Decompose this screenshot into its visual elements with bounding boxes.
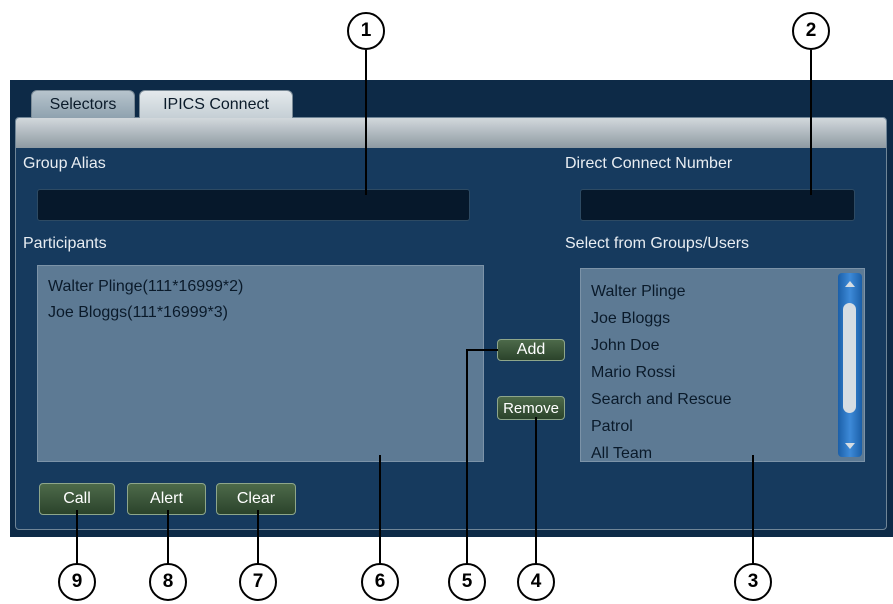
remove-button[interactable]: Remove — [497, 396, 565, 420]
callout-4: 4 — [517, 563, 555, 601]
callout-7: 7 — [239, 563, 277, 601]
scroll-down-arrow-icon[interactable] — [845, 443, 855, 449]
scroll-thumb[interactable] — [843, 303, 856, 413]
list-item[interactable]: John Doe — [591, 337, 660, 355]
clear-button[interactable]: Clear — [216, 483, 296, 515]
select-from-groups-users-label: Select from Groups/Users — [565, 235, 750, 252]
list-item[interactable]: Joe Bloggs — [591, 310, 670, 328]
callout-5: 5 — [448, 563, 486, 601]
list-item[interactable]: Search and Rescue — [591, 391, 732, 409]
group-alias-label: Group Alias — [23, 155, 106, 172]
list-item[interactable]: Joe Bloggs(111*16999*3) — [48, 304, 228, 322]
tab-ipics-connect[interactable]: IPICS Connect — [139, 90, 293, 118]
list-item[interactable]: Patrol — [591, 418, 633, 436]
callout-6-leader — [379, 455, 381, 565]
list-item[interactable]: Mario Rossi — [591, 364, 675, 382]
callout-5-leader-v — [466, 349, 468, 565]
participants-label: Participants — [23, 235, 107, 252]
callout-6: 6 — [361, 563, 399, 601]
list-item[interactable]: Walter Plinge(111*16999*2) — [48, 278, 243, 296]
scroll-up-arrow-icon[interactable] — [845, 281, 855, 287]
participants-list[interactable]: Walter Plinge(111*16999*2) Joe Bloggs(11… — [37, 265, 484, 462]
callout-2-leader — [810, 50, 812, 195]
groups-users-scrollbar[interactable] — [838, 273, 862, 457]
callout-2: 2 — [792, 12, 830, 50]
tab-selectors[interactable]: Selectors — [31, 90, 135, 118]
list-item[interactable]: Walter Plinge — [591, 283, 686, 301]
callout-1: 1 — [347, 12, 385, 50]
list-item[interactable]: All Team — [591, 445, 652, 461]
callout-9-leader — [76, 510, 78, 565]
callout-9: 9 — [58, 563, 96, 601]
panel-header-bar — [16, 118, 886, 148]
add-button[interactable]: Add — [497, 339, 565, 361]
callout-1-leader — [365, 50, 367, 195]
groups-users-list[interactable]: Walter Plinge Joe Bloggs John Doe Mario … — [580, 268, 865, 462]
callout-3-leader — [752, 455, 754, 565]
direct-connect-number-field[interactable] — [580, 189, 855, 221]
group-alias-field[interactable] — [37, 189, 470, 221]
callout-4-leader — [535, 417, 537, 565]
callout-3: 3 — [734, 563, 772, 601]
callout-5-leader-h — [466, 349, 498, 351]
direct-connect-number-label: Direct Connect Number — [565, 155, 733, 172]
callout-8: 8 — [149, 563, 187, 601]
callout-7-leader — [257, 510, 259, 565]
callout-8-leader — [167, 510, 169, 565]
